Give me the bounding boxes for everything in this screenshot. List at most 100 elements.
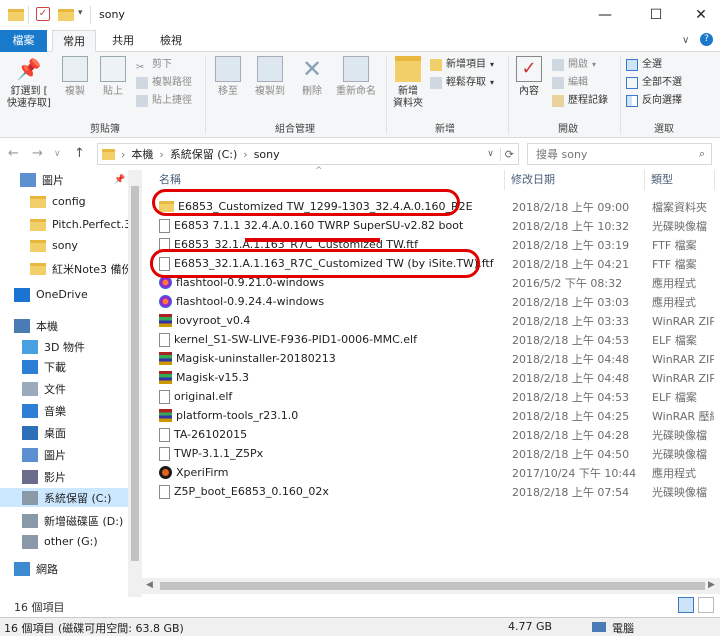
file-row[interactable]: TA-26102015 2018/2/18 上午 04:28 光碟映像檔 <box>145 425 715 444</box>
nav-item[interactable]: other (G:) <box>0 532 128 551</box>
select-none-button[interactable]: 全部不選 <box>626 74 682 92</box>
tab-share[interactable]: 共用 <box>104 30 142 52</box>
breadcrumb-drive-c[interactable]: 系統保留 (C:) <box>170 146 237 162</box>
forward-arrow-icon[interactable]: → <box>32 146 43 161</box>
select-all-button[interactable]: 全選 <box>626 56 682 74</box>
nav-item[interactable]: 文件 <box>0 379 128 398</box>
refresh-icon[interactable]: ⟳ <box>499 147 518 161</box>
select-group-label: 選取 <box>654 124 674 135</box>
recent-chevron-icon[interactable]: ∨ <box>54 149 61 159</box>
file-name-cell: platform-tools_r23.1.0 <box>159 409 298 422</box>
paste-shortcut-button[interactable]: 貼上捷徑 <box>136 92 192 110</box>
large-icons-view-icon[interactable] <box>698 597 714 613</box>
nav-item[interactable]: 圖片 📌 <box>0 170 128 189</box>
new-folder-qa-icon[interactable] <box>58 9 74 21</box>
nav-item[interactable]: 下載 <box>0 357 128 376</box>
new-folder-button[interactable]: 新增 資料夾 <box>390 56 426 110</box>
search-input[interactable]: 搜尋 sony ⌕ <box>527 143 712 165</box>
item-count: 16 個項目 <box>14 601 65 614</box>
details-view-icon[interactable] <box>678 597 694 613</box>
file-row[interactable]: Magisk-v15.3 2018/2/18 上午 04:48 WinRAR ZIP… <box>145 368 715 387</box>
file-row[interactable]: TWP-3.1.1_Z5Px 2018/2/18 上午 04:50 光碟映像檔 <box>145 444 715 463</box>
scroll-thumb[interactable] <box>160 582 705 590</box>
paste-button[interactable]: 貼上 <box>96 56 130 98</box>
nav-item[interactable]: 紅米Note3 備份 <box>0 259 128 278</box>
horizontal-scrollbar[interactable]: ◀ ▶ <box>142 578 720 594</box>
file-type: 光碟映像檔 <box>652 428 707 442</box>
column-date[interactable]: 修改日期 <box>505 170 645 190</box>
open-group-label: 開啟 <box>558 124 578 135</box>
move-to-button[interactable]: 移至 <box>210 56 246 98</box>
file-row[interactable]: original.elf 2018/2/18 上午 04:53 ELF 檔案 <box>145 387 715 406</box>
file-row[interactable]: kernel_S1-SW-LIVE-F936-PID1-0006-MMC.elf… <box>145 330 715 349</box>
edit-button[interactable]: 編輯 <box>552 74 608 92</box>
help-icon[interactable]: ? <box>700 33 713 46</box>
file-row[interactable]: iovyroot_v0.4 2018/2/18 上午 03:33 WinRAR ZI… <box>145 311 715 330</box>
column-name[interactable]: 名稱 <box>145 170 505 190</box>
qa-dropdown-icon[interactable]: ▾ <box>78 8 83 18</box>
nav-item[interactable]: 圖片 <box>0 445 128 464</box>
scroll-thumb[interactable] <box>131 186 139 561</box>
delete-button[interactable]: ✕ 刪除 <box>294 56 330 98</box>
easy-access-button[interactable]: 輕鬆存取 ▾ <box>430 74 494 92</box>
tab-view[interactable]: 檢視 <box>152 30 190 52</box>
file-icon <box>159 389 170 404</box>
nav-item[interactable]: 桌面 <box>0 423 128 442</box>
file-row[interactable]: flashtool-0.9.24.4-windows 2018/2/18 上午 0… <box>145 292 715 311</box>
scroll-right-icon[interactable]: ▶ <box>708 580 715 590</box>
address-dropdown-icon[interactable]: ∨ <box>487 149 500 159</box>
file-row[interactable]: Magisk-uninstaller-20180213 2018/2/18 上午 … <box>145 349 715 368</box>
cut-button[interactable]: ✂ 剪下 <box>136 56 192 74</box>
copy-to-button[interactable]: 複製到 <box>250 56 290 98</box>
minimize-button[interactable]: — <box>582 0 628 30</box>
column-type[interactable]: 類型 <box>645 170 715 190</box>
file-name: flashtool-0.9.24.4-windows <box>176 295 325 308</box>
nav-item[interactable]: 影片 <box>0 467 128 486</box>
nav-item[interactable]: config <box>0 192 128 211</box>
file-row[interactable]: Z5P_boot_E6853_0.160_02x 2018/2/18 上午 07:… <box>145 482 715 501</box>
copy-button[interactable]: 複製 <box>58 56 92 98</box>
open-label: 開啟 <box>568 59 588 70</box>
file-row[interactable]: platform-tools_r23.1.0 2018/2/18 上午 04:25… <box>145 406 715 425</box>
up-arrow-icon[interactable]: ↑ <box>74 146 85 161</box>
breadcrumb-this-pc[interactable]: 本機 <box>131 146 153 162</box>
file-row[interactable]: XperiFirm 2017/10/24 下午 10:44 應用程式 <box>145 463 715 482</box>
history-button[interactable]: 歷程記錄 <box>552 92 608 110</box>
pin-quick-access-button[interactable]: 📌 釘選到 [ 快速存取] <box>4 56 54 110</box>
nav-item[interactable]: sony <box>0 236 128 255</box>
address-bar[interactable]: › 本機 › 系統保留 (C:) › sony ∨ ⟳ <box>97 143 519 165</box>
nav-scrollbar[interactable] <box>128 170 142 598</box>
tab-home[interactable]: 常用 <box>52 30 96 52</box>
nav-item[interactable]: 網路 <box>0 559 128 578</box>
maximize-button[interactable]: ☐ <box>633 0 679 30</box>
collapse-ribbon-icon[interactable]: ∨ <box>682 35 689 46</box>
invert-selection-button[interactable]: 反向選擇 <box>626 92 682 110</box>
nav-item[interactable]: 音樂 <box>0 401 128 420</box>
nav-item[interactable]: 新增磁碟區 (D:) <box>0 511 128 530</box>
properties-qa-icon[interactable]: ✓ <box>36 7 50 21</box>
window-title: sony <box>99 8 125 21</box>
tab-file[interactable]: 檔案 <box>0 30 47 52</box>
nav-item[interactable]: Pitch.Perfect.3.2 <box>0 215 128 234</box>
highlight-oval <box>152 189 460 216</box>
nav-item[interactable]: OneDrive <box>0 285 128 304</box>
file-type: ELF 檔案 <box>652 333 697 347</box>
scroll-left-icon[interactable]: ◀ <box>146 580 153 590</box>
back-arrow-icon[interactable]: ← <box>8 146 19 161</box>
nav-item[interactable]: 3D 物件 <box>0 337 128 356</box>
copy-path-button[interactable]: 複製路徑 <box>136 74 192 92</box>
invert-selection-icon <box>626 95 638 107</box>
file-row[interactable]: E6853 7.1.1 32.4.A.0.160 TWRP SuperSU-v2… <box>145 216 715 235</box>
rename-button[interactable]: 重新命名 <box>332 56 380 98</box>
nav-item-label: other (G:) <box>44 535 98 548</box>
properties-button[interactable]: ✓ 內容 <box>512 56 546 98</box>
breadcrumb-separator-icon: › <box>121 147 126 161</box>
breadcrumb-sony[interactable]: sony <box>254 148 280 161</box>
close-button[interactable]: ✕ <box>678 0 720 30</box>
onedrive-icon <box>14 287 30 302</box>
nav-item[interactable]: 系統保留 (C:) <box>0 488 128 507</box>
open-button[interactable]: 開啟 ▾ <box>552 56 608 74</box>
new-item-button[interactable]: 新增項目 ▾ <box>430 56 494 74</box>
nav-item[interactable]: 本機 <box>0 316 128 335</box>
nav-item-label: config <box>52 195 86 208</box>
